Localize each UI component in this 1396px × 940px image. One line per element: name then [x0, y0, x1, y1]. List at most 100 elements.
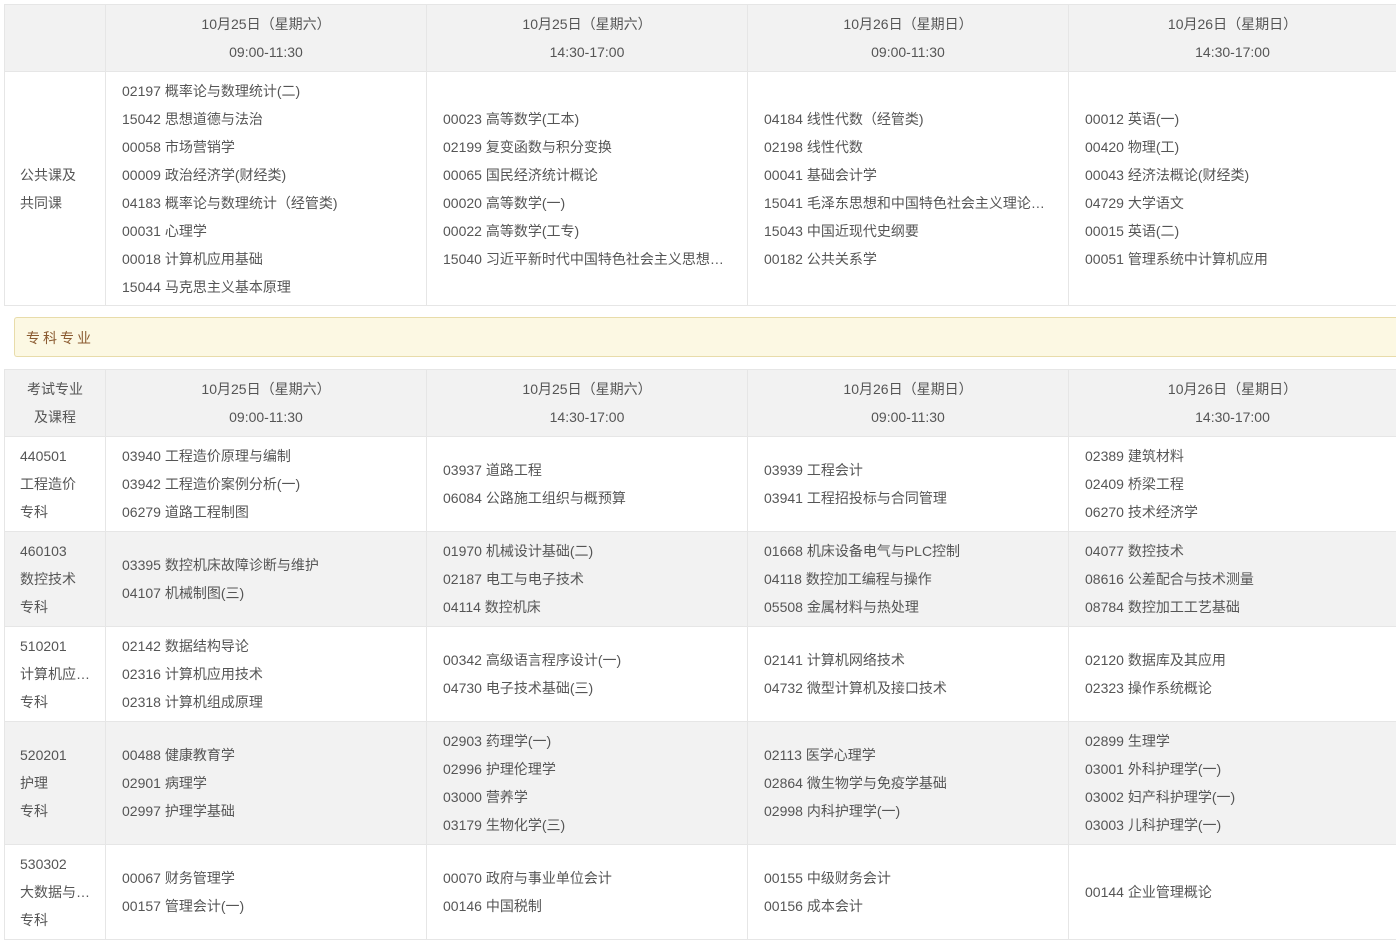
course-item: 08784 数控加工工艺基础 [1085, 593, 1380, 621]
header-label-line: 考试专业 [11, 375, 99, 403]
course-item: 04114 数控机床 [443, 593, 731, 621]
session-date: 10月26日（星期日） [1085, 375, 1380, 403]
major-row: 440501 工程造价 专科 03940 工程造价原理与编制 03942 工程造… [5, 437, 1396, 532]
session-time: 09:00-11:30 [122, 403, 410, 431]
course-item: 02187 电工与电子技术 [443, 565, 731, 593]
session-header: 10月26日（星期日）09:00-11:30 [748, 5, 1069, 72]
course-item: 01970 机械设计基础(二) [443, 537, 731, 565]
major-row: 530302 大数据与会计 专科 00067 财务管理学 00157 管理会计(… [5, 845, 1396, 940]
course-item: 03941 工程招投标与合同管理 [764, 484, 1052, 512]
course-cell: 01970 机械设计基础(二) 02187 电工与电子技术 04114 数控机床 [427, 532, 748, 627]
course-cell: 00067 财务管理学 00157 管理会计(一) [106, 845, 427, 940]
course-item: 02323 操作系统概论 [1085, 674, 1380, 702]
course-cell: 00070 政府与事业单位会计 00146 中国税制 [427, 845, 748, 940]
course-item: 00012 英语(一) [1085, 105, 1380, 133]
course-cell: 03939 工程会计 03941 工程招投标与合同管理 [748, 437, 1069, 532]
course-item: 00058 市场营销学 [122, 133, 410, 161]
major-title: 工程造价 [20, 470, 97, 498]
course-item: 15043 中国近现代史纲要 [764, 217, 1052, 245]
major-level: 专科 [20, 593, 97, 621]
course-item: 02197 概率论与数理统计(二) [122, 77, 410, 105]
course-item: 03395 数控机床故障诊断与维护 [122, 551, 410, 579]
major-name: 460103 数控技术 专科 [5, 532, 106, 627]
course-item: 02113 医学心理学 [764, 741, 1052, 769]
course-item: 00065 国民经济统计概论 [443, 161, 731, 189]
major-code: 440501 [20, 442, 97, 470]
course-item: 02409 桥梁工程 [1085, 470, 1380, 498]
course-cell: 02113 医学心理学 02864 微生物学与免疫学基础 02998 内科护理学… [748, 722, 1069, 845]
course-cell: 00144 企业管理概论 [1069, 845, 1396, 940]
course-cell: 00012 英语(一) 00420 物理(工) 00043 经济法概论(财经类)… [1069, 72, 1396, 306]
course-item: 02199 复变函数与积分变换 [443, 133, 731, 161]
course-item: 00144 企业管理概论 [1085, 878, 1380, 906]
course-item: 00146 中国税制 [443, 892, 731, 920]
course-item: 00023 高等数学(工本) [443, 105, 731, 133]
course-cell: 03937 道路工程 06084 公路施工组织与概预算 [427, 437, 748, 532]
major-course-table: 考试专业及课程 10月25日（星期六）09:00-11:30 10月25日（星期… [4, 369, 1396, 940]
major-level: 专科 [20, 906, 97, 934]
course-item: 04729 大学语文 [1085, 189, 1380, 217]
course-item: 04184 线性代数（经管类) [764, 105, 1052, 133]
session-date: 10月26日（星期日） [1085, 10, 1380, 38]
course-cell: 00155 中级财务会计 00156 成本会计 [748, 845, 1069, 940]
course-item: 03003 儿科护理学(一) [1085, 811, 1380, 839]
major-title: 护理 [20, 769, 97, 797]
course-item: 02899 生理学 [1085, 727, 1380, 755]
course-item: 04730 电子技术基础(三) [443, 674, 731, 702]
session-header: 10月26日（星期日）09:00-11:30 [748, 370, 1069, 437]
major-level: 专科 [20, 688, 97, 716]
course-item: 03940 工程造价原理与编制 [122, 442, 410, 470]
session-time: 09:00-11:30 [122, 38, 410, 66]
course-item: 03000 营养学 [443, 783, 731, 811]
course-group-name-line: 公共课及 [20, 161, 97, 189]
course-item: 06279 道路工程制图 [122, 498, 410, 526]
course-item: 02996 护理伦理学 [443, 755, 731, 783]
major-title: 大数据与会计 [20, 878, 97, 906]
course-cell: 02899 生理学 03001 外科护理学(一) 03002 妇产科护理学(一)… [1069, 722, 1396, 845]
major-name: 510201 计算机应用技术 专科 [5, 627, 106, 722]
course-item: 15044 马克思主义基本原理 [122, 273, 410, 301]
session-time: 09:00-11:30 [764, 403, 1052, 431]
major-code: 510201 [20, 632, 97, 660]
course-item: 06084 公路施工组织与概预算 [443, 484, 731, 512]
course-item: 15040 习近平新时代中国特色社会主义思想概论 [443, 245, 731, 273]
course-item: 04118 数控加工编程与操作 [764, 565, 1052, 593]
course-group-name: 公共课及共同课 [5, 72, 106, 306]
major-row: 510201 计算机应用技术 专科 02142 数据结构导论 02316 计算机… [5, 627, 1396, 722]
public-course-row: 公共课及共同课 02197 概率论与数理统计(二) 15042 思想道德与法治 … [5, 72, 1396, 306]
course-item: 04107 机械制图(三) [122, 579, 410, 607]
major-name: 520201 护理 专科 [5, 722, 106, 845]
course-item: 03002 妇产科护理学(一) [1085, 783, 1380, 811]
course-cell: 04184 线性代数（经管类) 02198 线性代数 00041 基础会计学 1… [748, 72, 1069, 306]
course-item: 00018 计算机应用基础 [122, 245, 410, 273]
course-item: 02864 微生物学与免疫学基础 [764, 769, 1052, 797]
course-item: 15041 毛泽东思想和中国特色社会主义理论体系概论 [764, 189, 1052, 217]
course-item: 04077 数控技术 [1085, 537, 1380, 565]
session-date: 10月26日（星期日） [764, 10, 1052, 38]
course-item: 00420 物理(工) [1085, 133, 1380, 161]
course-item: 00009 政治经济学(财经类) [122, 161, 410, 189]
course-item: 03939 工程会计 [764, 456, 1052, 484]
course-item: 02389 建筑材料 [1085, 442, 1380, 470]
course-item: 04183 概率论与数理统计（经管类) [122, 189, 410, 217]
session-date: 10月25日（星期六） [122, 375, 410, 403]
course-item: 00488 健康教育学 [122, 741, 410, 769]
course-item: 00031 心理学 [122, 217, 410, 245]
course-item: 05508 金属材料与热处理 [764, 593, 1052, 621]
course-item: 02998 内科护理学(一) [764, 797, 1052, 825]
major-row: 460103 数控技术 专科 03395 数控机床故障诊断与维护 04107 机… [5, 532, 1396, 627]
course-item: 02198 线性代数 [764, 133, 1052, 161]
course-item: 03179 生物化学(三) [443, 811, 731, 839]
course-item: 02997 护理学基础 [122, 797, 410, 825]
session-time: 14:30-17:00 [443, 403, 731, 431]
session-header: 10月25日（星期六）14:30-17:00 [427, 370, 748, 437]
major-name: 440501 工程造价 专科 [5, 437, 106, 532]
course-cell: 01668 机床设备电气与PLC控制 04118 数控加工编程与操作 05508… [748, 532, 1069, 627]
course-item: 01668 机床设备电气与PLC控制 [764, 537, 1052, 565]
course-item: 00015 英语(二) [1085, 217, 1380, 245]
major-row: 520201 护理 专科 00488 健康教育学 02901 病理学 02997… [5, 722, 1396, 845]
course-cell: 03940 工程造价原理与编制 03942 工程造价案例分析(一) 06279 … [106, 437, 427, 532]
course-item: 02903 药理学(一) [443, 727, 731, 755]
course-cell: 00488 健康教育学 02901 病理学 02997 护理学基础 [106, 722, 427, 845]
course-cell: 00342 高级语言程序设计(一) 04730 电子技术基础(三) [427, 627, 748, 722]
